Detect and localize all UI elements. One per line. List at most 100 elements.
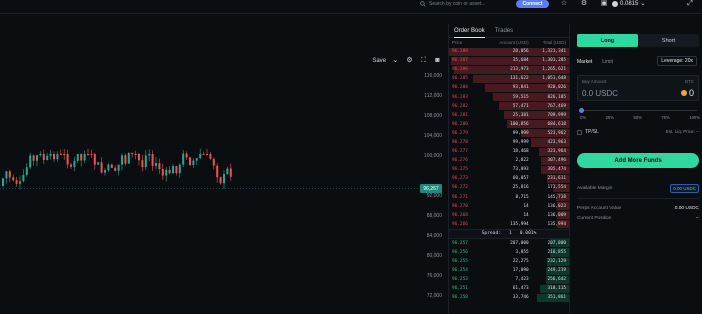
slider-tick[interactable]: 75% <box>661 115 669 120</box>
buy-amount-input[interactable]: Buy Amount BTC 0.0 USDC 0 <box>577 75 699 101</box>
candle-body <box>192 160 195 166</box>
price-chart[interactable]: Save ⌄ ⚙ ⛶ ◙ 116,000 112,000 108,000 104,00… <box>0 14 446 314</box>
search-input[interactable]: Search by coin or asset... <box>420 0 508 7</box>
tab-trades[interactable]: Trades <box>495 24 513 38</box>
order-book-panel: Order Book Trades Price Amount (USD) Tot… <box>448 24 570 314</box>
bid-row[interactable]: 96.254 17,090 249,219 <box>449 266 569 275</box>
fullscreen-icon[interactable]: ⛶ <box>419 56 428 65</box>
tpsl-checkbox[interactable] <box>577 129 582 135</box>
slider-tick[interactable]: 50% <box>633 115 641 120</box>
ask-total: 307,496 <box>547 158 566 164</box>
tpsl-toggle[interactable]: TP/SL <box>577 129 599 135</box>
slider-tick[interactable]: 100% <box>689 115 700 120</box>
candle-body <box>206 154 208 155</box>
candle-body <box>124 155 127 164</box>
ask-row[interactable]: 96.277 18,468 323,964 <box>449 147 569 156</box>
candle-body <box>212 158 215 166</box>
candle-body <box>107 164 110 171</box>
slider-tick[interactable]: 0% <box>580 115 586 120</box>
ask-row[interactable]: 96.275 73,893 305,474 <box>449 165 569 174</box>
short-button[interactable]: Short <box>638 34 699 47</box>
candle-body <box>138 154 140 161</box>
ask-row[interactable]: 96.272 25,816 171,554 <box>449 183 569 192</box>
ask-row[interactable]: 96.285 131,622 1,051,648 <box>449 74 569 83</box>
candle-body <box>59 154 62 155</box>
ask-row[interactable]: 96.271 8,715 145,738 <box>449 193 569 202</box>
bid-row[interactable]: 96.255 22,275 232,129 <box>449 257 569 266</box>
ask-row[interactable]: 96.287 35,684 1,301,285 <box>449 56 569 65</box>
ask-price: 96.283 <box>452 94 468 100</box>
add-funds-button[interactable]: Add More Funds <box>577 153 699 168</box>
gear-icon[interactable]: ⚙ <box>580 0 588 8</box>
star-icon[interactable]: ☆ <box>560 0 568 8</box>
ask-row[interactable]: 96.268 14 136,009 <box>449 211 569 220</box>
ask-row[interactable]: 96.270 14 136,023 <box>449 202 569 211</box>
price-axis-label: 88,000 <box>426 213 442 219</box>
candle-body <box>12 177 15 181</box>
column-amount: Amount (USD) <box>499 40 529 45</box>
save-button[interactable]: Save <box>372 58 386 64</box>
candle-body <box>121 155 123 165</box>
ask-amount: 25,816 <box>512 185 529 191</box>
balance-value: 0.0815 <box>620 0 639 7</box>
slider-tick[interactable]: 25% <box>606 115 614 120</box>
bid-row[interactable]: 96.257 207,000 207,000 <box>449 239 569 248</box>
ask-total: 135,994 <box>547 221 566 227</box>
bid-row[interactable]: 96.251 61,473 318,115 <box>449 284 569 293</box>
candle-body <box>182 153 185 165</box>
candle-body <box>42 154 45 161</box>
ask-row[interactable]: 96.282 57,471 767,469 <box>449 102 569 111</box>
candle-body <box>114 167 117 171</box>
ask-amount: 131,622 <box>510 76 529 82</box>
ask-row[interactable]: 96.283 59,515 826,185 <box>449 92 569 102</box>
candle-body <box>168 169 171 174</box>
ask-row[interactable]: 96.288 20,056 1,321,341 <box>449 47 569 56</box>
candle-body <box>144 155 147 168</box>
bid-row[interactable]: 96.250 33,746 351,861 <box>449 293 569 303</box>
ask-row[interactable]: 96.286 213,973 1,265,621 <box>449 65 569 74</box>
candle-body <box>29 155 32 168</box>
tab-limit[interactable]: Limit <box>602 59 613 65</box>
ask-total: 1,265,621 <box>542 67 566 73</box>
bid-price: 96.253 <box>452 277 468 283</box>
candle-body <box>175 166 178 174</box>
candle-body <box>104 170 106 173</box>
size-slider[interactable] <box>581 110 697 111</box>
bid-row[interactable]: 96.256 3,855 210,855 <box>449 248 569 257</box>
ask-amount: 14 <box>523 212 529 218</box>
ask-row[interactable]: 96.278 99,999 423,963 <box>449 138 569 147</box>
amount-value: 0.0 USDC <box>582 89 619 98</box>
ask-row[interactable]: 96.273 60,057 231,611 <box>449 174 569 183</box>
amount-converted-value: 0 <box>688 88 694 98</box>
order-book-tabs: Order Book Trades <box>449 24 569 38</box>
chevron-down-icon[interactable]: ⌄ <box>391 56 400 65</box>
bid-row[interactable]: 96.253 7,423 256,642 <box>449 275 569 284</box>
connect-button[interactable]: Connect <box>516 0 549 8</box>
ask-row[interactable]: 96.279 99,999 523,962 <box>449 129 569 138</box>
candle-body <box>226 168 229 175</box>
slider-handle[interactable] <box>579 108 584 113</box>
tab-order-book[interactable]: Order Book <box>454 24 485 38</box>
ask-amount: 99,999 <box>512 139 529 145</box>
expand-icon[interactable]: ⤢ <box>686 0 694 8</box>
candle-body <box>202 154 205 155</box>
ask-row[interactable]: 96.284 93,841 920,026 <box>449 83 569 92</box>
ask-row[interactable]: 96.280 100,856 684,618 <box>449 120 569 129</box>
balance-display[interactable]: 0.0815 ⌄ <box>612 0 645 7</box>
ask-total: 523,962 <box>547 130 566 136</box>
wallet-icon[interactable]: ▣ <box>600 0 608 8</box>
bid-amount: 3,855 <box>515 250 529 256</box>
ask-row[interactable]: 96.281 25,381 709,999 <box>449 111 569 120</box>
ask-price: 96.278 <box>452 139 468 145</box>
spread-value[interactable]: 1 <box>509 231 512 236</box>
candle-body <box>127 152 130 164</box>
tab-market[interactable]: Market <box>577 59 592 65</box>
bid-price: 96.250 <box>452 295 468 301</box>
leverage-button[interactable]: Leverage: 20x <box>657 56 697 66</box>
available-margin-row: Available Margin 0.00 USDC <box>577 184 699 193</box>
long-button[interactable]: Long <box>577 34 638 47</box>
ask-row[interactable]: 96.266 135,994 135,994 <box>449 220 569 229</box>
ask-row[interactable]: 96.276 2,822 307,496 <box>449 156 569 165</box>
camera-icon[interactable]: ◙ <box>433 56 442 65</box>
gear-icon[interactable]: ⚙ <box>405 56 414 65</box>
